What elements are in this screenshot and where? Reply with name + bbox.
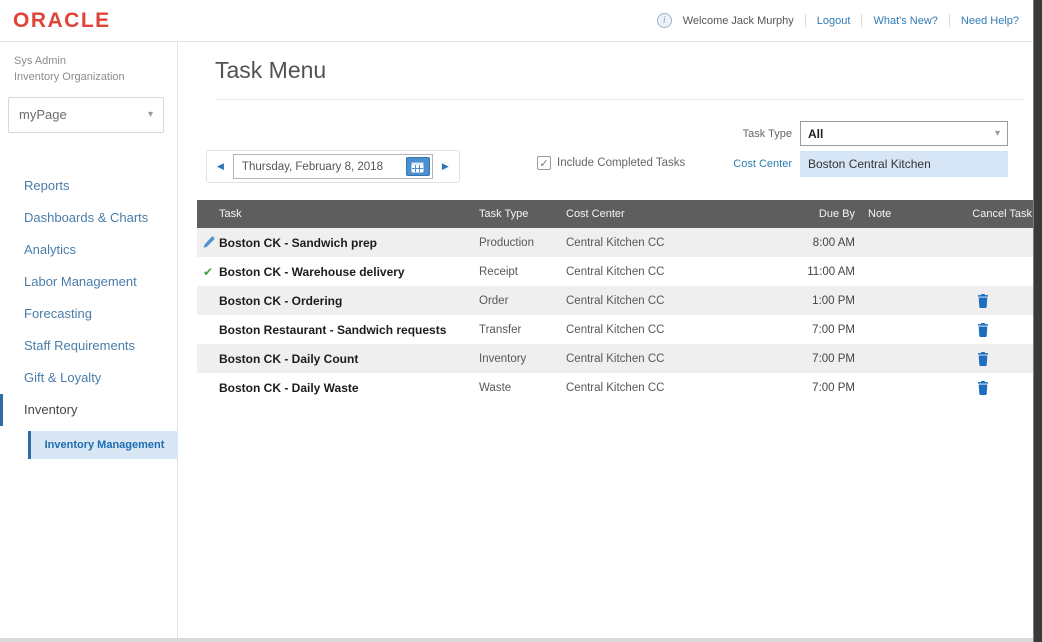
chevron-down-icon: ▾ xyxy=(994,128,1000,139)
page-title: Task Menu xyxy=(215,57,327,83)
column-header-task: Task xyxy=(219,208,242,220)
info-icon[interactable]: i xyxy=(656,13,672,28)
column-header-cancel-task: Cancel Task xyxy=(972,208,1032,220)
sidebar-item-forecasting[interactable]: Forecasting xyxy=(0,298,177,330)
cost-center-input[interactable] xyxy=(800,151,1008,177)
cost-center-cell: Central Kitchen CC xyxy=(566,381,665,394)
check-icon: ✔ xyxy=(202,264,214,279)
sidebar-item-reports[interactable]: Reports xyxy=(0,170,177,202)
column-header-task-type: Task Type xyxy=(479,208,529,220)
task-type-selected-value: All xyxy=(808,126,824,141)
user-role: Sys Admin xyxy=(14,55,66,67)
need-help-link[interactable]: Need Help? xyxy=(961,15,1019,27)
include-completed-label: Include Completed Tasks xyxy=(557,157,686,169)
trash-icon[interactable] xyxy=(973,350,993,368)
task-name: Boston Restaurant - Sandwich requests xyxy=(219,322,447,337)
task-name: Boston CK - Ordering xyxy=(219,293,343,308)
cost-center-cell: Central Kitchen CC xyxy=(566,236,665,249)
chevron-down-icon: ▾ xyxy=(147,109,153,121)
oracle-logo: ORACLE xyxy=(13,8,111,32)
mypage-select-value: myPage xyxy=(19,107,67,123)
next-day-button[interactable]: ▶ xyxy=(440,159,451,174)
divider xyxy=(948,14,950,27)
table-row[interactable]: Boston Restaurant - Sandwich requests Tr… xyxy=(197,315,1035,344)
task-type-cell: Production xyxy=(479,236,534,249)
task-name: Boston CK - Daily Count xyxy=(219,351,359,366)
window-edge-right xyxy=(1033,0,1042,642)
task-type-cell: Transfer xyxy=(479,323,522,336)
task-type-select[interactable]: All ▾ xyxy=(800,121,1008,146)
organization-name: Inventory Organization xyxy=(14,70,125,83)
cost-center-filter: Cost Center xyxy=(733,151,1008,177)
mypage-select[interactable]: myPage ▾ xyxy=(8,96,164,133)
cost-center-cell: Central Kitchen CC xyxy=(566,265,665,278)
app-window: ORACLE i Welcome Jack Murphy Logout What… xyxy=(0,0,1042,642)
task-table: Task Task Type Cost Center Due By Note C… xyxy=(197,200,1035,402)
table-header-row: Task Task Type Cost Center Due By Note C… xyxy=(197,200,1035,228)
pencil-icon xyxy=(197,236,219,249)
previous-day-button[interactable]: ◀ xyxy=(215,159,226,174)
table-row[interactable]: ✔ Boston CK - Warehouse delivery Receipt… xyxy=(197,257,1035,286)
org-block: Sys Admin Inventory Organization xyxy=(0,42,177,86)
sidebar-item-inventory-management[interactable]: Inventory Management xyxy=(28,430,178,459)
sidebar-item-dashboards-charts[interactable]: Dashboards & Charts xyxy=(0,202,177,234)
main-content: Task Menu Task Type All ▾ ◀ Thursday, Fe… xyxy=(179,42,1035,638)
task-type-cell: Order xyxy=(479,294,509,307)
due-by-cell: 1:00 PM xyxy=(812,294,855,307)
task-name: Boston CK - Daily Waste xyxy=(219,380,359,395)
table-row[interactable]: Boston CK - Daily Waste Waste Central Ki… xyxy=(197,373,1035,402)
calendar-icon[interactable] xyxy=(405,157,430,176)
sidebar-item-analytics[interactable]: Analytics xyxy=(0,234,177,266)
sidebar-item-gift-loyalty[interactable]: Gift & Loyalty xyxy=(0,362,177,394)
due-by-cell: 11:00 AM xyxy=(807,265,855,278)
trash-icon[interactable] xyxy=(973,379,993,397)
table-row[interactable]: Boston CK - Ordering Order Central Kitch… xyxy=(197,286,1035,315)
task-type-filter: Task Type All ▾ xyxy=(743,121,1008,146)
divider xyxy=(861,14,863,27)
cost-center-cell: Central Kitchen CC xyxy=(566,352,665,365)
include-completed-checkbox-group[interactable]: ✓ Include Completed Tasks xyxy=(537,156,685,170)
divider xyxy=(804,14,806,27)
task-type-label: Task Type xyxy=(742,127,792,140)
due-by-cell: 7:00 PM xyxy=(812,323,855,336)
sidebar-nav: Reports Dashboards & Charts Analytics La… xyxy=(0,170,177,426)
window-edge-bottom xyxy=(0,638,1042,642)
column-header-note: Note xyxy=(868,208,892,220)
sidebar: Sys Admin Inventory Organization myPage … xyxy=(0,42,178,638)
sidebar-item-labor-management[interactable]: Labor Management xyxy=(0,266,177,298)
cost-center-cell: Central Kitchen CC xyxy=(566,323,665,336)
cost-center-label[interactable]: Cost Center xyxy=(733,158,792,170)
task-type-cell: Receipt xyxy=(479,265,518,278)
top-bar: ORACLE i Welcome Jack Murphy Logout What… xyxy=(0,0,1033,42)
sidebar-item-inventory[interactable]: Inventory xyxy=(0,393,177,426)
column-header-cost-center: Cost Center xyxy=(566,208,625,220)
task-name: Boston CK - Warehouse delivery xyxy=(219,264,405,279)
table-row[interactable]: Boston CK - Daily Count Inventory Centra… xyxy=(197,344,1035,373)
due-by-cell: 7:00 PM xyxy=(812,381,855,394)
whats-new-link[interactable]: What's New? xyxy=(873,15,937,27)
sidebar-item-staff-requirements[interactable]: Staff Requirements xyxy=(0,330,177,362)
cost-center-cell: Central Kitchen CC xyxy=(566,294,665,307)
topbar-links: i Welcome Jack Murphy Logout What's New?… xyxy=(656,13,1019,28)
welcome-text: Welcome Jack Murphy xyxy=(682,14,794,27)
date-input[interactable] xyxy=(233,160,402,173)
task-type-cell: Waste xyxy=(479,381,512,394)
date-picker-group: ◀ ▶ xyxy=(206,150,460,183)
due-by-cell: 7:00 PM xyxy=(812,352,855,365)
due-by-cell: 8:00 AM xyxy=(812,236,855,249)
task-type-cell: Inventory xyxy=(479,352,527,365)
table-row[interactable]: Boston CK - Sandwich prep Production Cen… xyxy=(197,228,1035,257)
task-name: Boston CK - Sandwich prep xyxy=(219,235,378,250)
logout-link[interactable]: Logout xyxy=(817,15,851,27)
divider xyxy=(215,99,1025,100)
date-field-wrap xyxy=(232,154,433,179)
column-header-due-by: Due By xyxy=(818,208,855,220)
checkbox-checked-icon[interactable]: ✓ xyxy=(537,156,551,170)
trash-icon[interactable] xyxy=(973,292,993,310)
trash-icon[interactable] xyxy=(973,321,993,339)
